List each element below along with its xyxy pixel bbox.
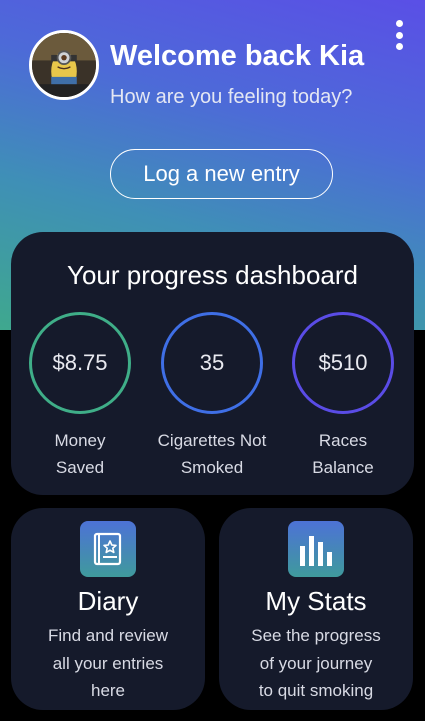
stats-title: My Stats <box>265 586 367 616</box>
diary-description: Find and review all your entries here <box>21 622 195 705</box>
metric-label-line: Races <box>318 431 368 450</box>
menu-dot <box>395 20 403 27</box>
diary-description-line: here <box>90 681 126 700</box>
stats-description-line: See the progress <box>251 626 381 645</box>
progress-dashboard-card: Your progress dashboard $8.75 Money Save… <box>11 232 414 495</box>
welcome-subtitle: How are you feeling today? <box>110 86 353 108</box>
metric-ring: $510 <box>292 312 394 414</box>
metric-label-line: Cigarettes Not <box>157 431 267 450</box>
diary-card[interactable]: Diary Find and review all your entries h… <box>11 508 205 710</box>
welcome-title: Welcome back Kia <box>110 40 365 72</box>
metric-label-line: Money <box>54 431 106 450</box>
metric-races-balance[interactable]: $510 Races Balance <box>278 312 408 481</box>
metric-label-line: Smoked <box>180 458 244 477</box>
avatar[interactable] <box>29 30 99 100</box>
dashboard-title: Your progress dashboard <box>66 260 358 290</box>
metric-money-saved[interactable]: $8.75 Money Saved <box>15 312 145 481</box>
metric-label: Money Saved <box>15 427 145 481</box>
my-stats-card[interactable]: My Stats See the progress of your journe… <box>219 508 413 710</box>
metric-ring: $8.75 <box>29 312 131 414</box>
metric-ring: 35 <box>161 312 263 414</box>
diary-description-line: Find and review <box>47 626 168 645</box>
metric-value: $510 <box>318 350 368 375</box>
stats-description-line: of your journey <box>259 653 373 673</box>
diary-title: Diary <box>77 586 139 616</box>
bar-chart-icon <box>288 521 344 577</box>
metric-label-line: Balance <box>312 458 374 477</box>
metric-value: $8.75 <box>52 350 108 375</box>
metric-value: 35 <box>199 350 225 375</box>
metric-label-line: Saved <box>55 458 105 477</box>
stats-description: See the progress of your journey to quit… <box>229 622 403 705</box>
metric-cigarettes-not-smoked[interactable]: 35 Cigarettes Not Smoked <box>147 312 277 481</box>
metric-label: Races Balance <box>278 427 408 481</box>
metric-label: Cigarettes Not Smoked <box>147 427 277 481</box>
more-vert-icon[interactable] <box>393 20 405 50</box>
menu-dot <box>395 43 403 50</box>
menu-dot <box>395 31 403 39</box>
book-star-icon <box>80 521 136 577</box>
log-entry-button[interactable]: Log a new entry <box>110 149 333 199</box>
avatar-image <box>32 33 96 97</box>
diary-description-line: all your entries <box>52 653 164 673</box>
stats-description-line: to quit smoking <box>258 681 374 700</box>
